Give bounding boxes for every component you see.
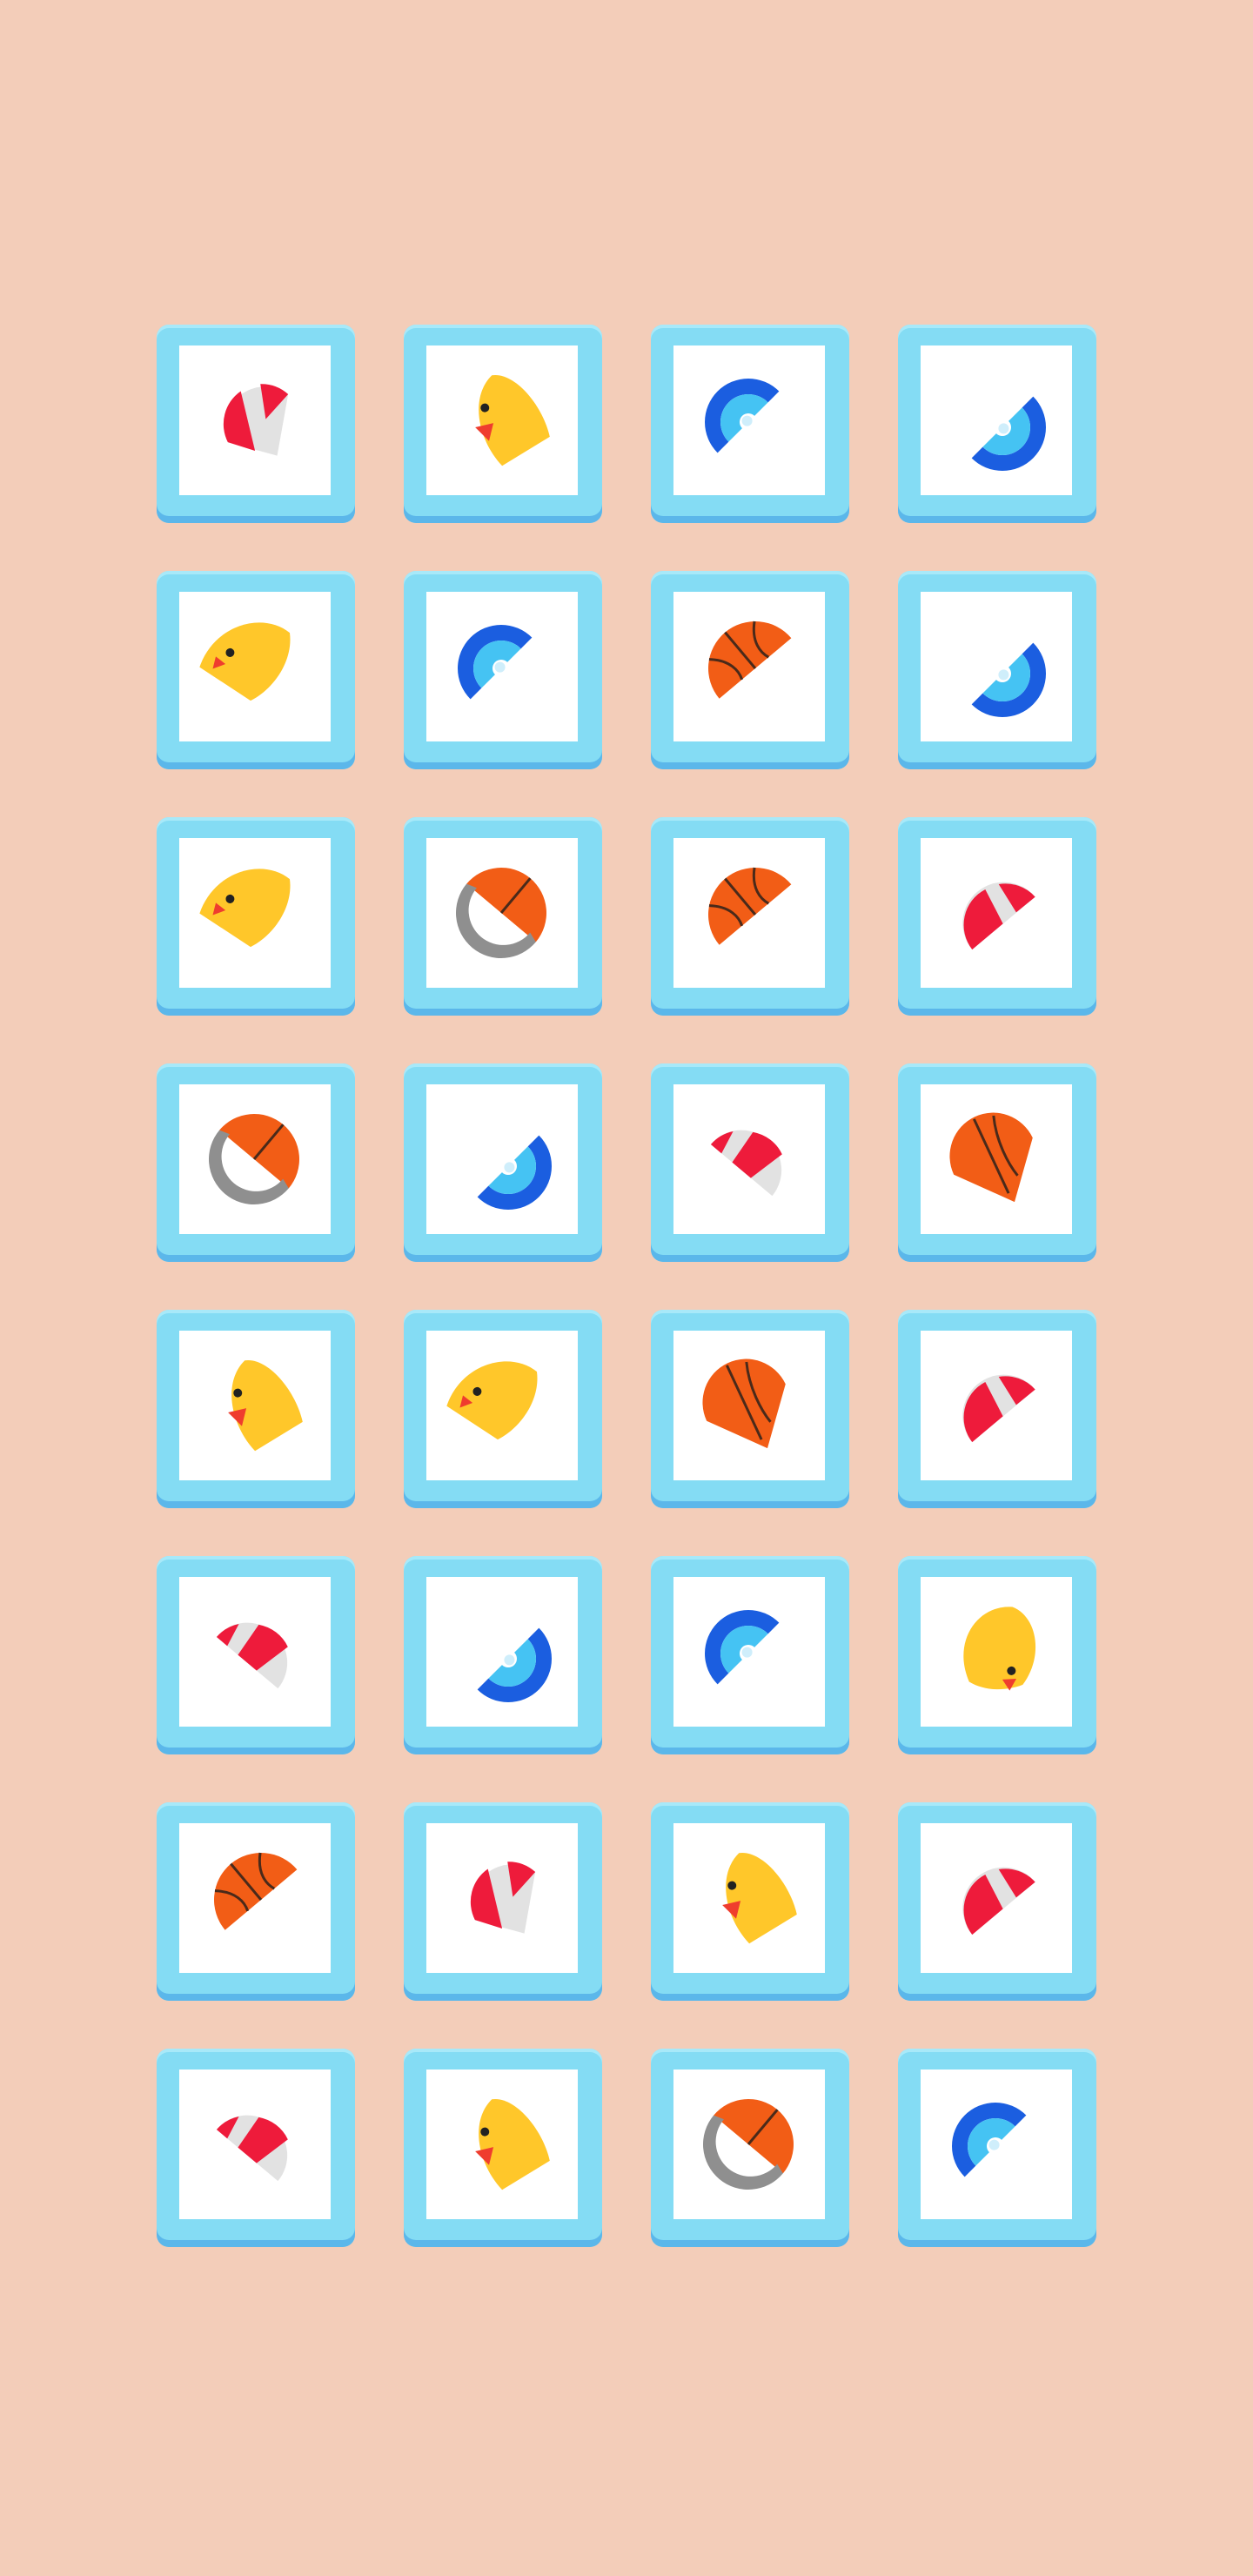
tile[interactable] xyxy=(157,1802,355,2001)
rubber-duck-half-icon xyxy=(446,1361,538,1440)
rubber-duck-half-icon xyxy=(475,2099,550,2190)
match-board xyxy=(157,325,1096,2251)
tile[interactable] xyxy=(651,571,849,769)
tile[interactable] xyxy=(651,325,849,523)
tile[interactable] xyxy=(157,1556,355,1754)
tile[interactable] xyxy=(651,2049,849,2247)
basketball-half-icon xyxy=(949,1112,1033,1203)
tile[interactable] xyxy=(157,571,355,769)
tile[interactable] xyxy=(651,1802,849,2001)
rubber-duck-half-icon xyxy=(199,869,291,948)
tile[interactable] xyxy=(404,817,602,1016)
tile[interactable] xyxy=(898,1310,1096,1508)
rubber-duck-half-icon xyxy=(475,375,550,466)
tile[interactable] xyxy=(651,1310,849,1508)
frisbee-half-icon xyxy=(705,379,780,453)
basketball-half-icon xyxy=(703,2099,794,2190)
beach-ball-half-icon xyxy=(962,1867,1035,1935)
tile[interactable] xyxy=(157,2049,355,2247)
basketball-half-icon xyxy=(708,621,792,699)
rubber-duck-half-icon xyxy=(228,1360,303,1452)
tile[interactable] xyxy=(404,1063,602,1262)
tile[interactable] xyxy=(898,2049,1096,2247)
tile[interactable] xyxy=(651,1556,849,1754)
frisbee-half-icon xyxy=(952,2103,1027,2177)
basketball-half-icon xyxy=(702,1358,786,1449)
frisbee-half-icon xyxy=(971,396,1046,471)
beach-ball-half-icon xyxy=(962,882,1035,950)
tile[interactable] xyxy=(404,1556,602,1754)
tile[interactable] xyxy=(404,325,602,523)
game-screen: { "game": { "board": { "rows": 8, "colum… xyxy=(0,0,1253,2576)
tile[interactable] xyxy=(157,1310,355,1508)
rubber-duck-half-icon xyxy=(199,622,291,701)
tile[interactable] xyxy=(651,1063,849,1262)
tile[interactable] xyxy=(898,1802,1096,2001)
tile[interactable] xyxy=(651,817,849,1016)
frisbee-half-icon xyxy=(477,1627,552,1702)
beach-ball-half-icon xyxy=(710,1130,782,1197)
rubber-duck-half-icon xyxy=(963,1607,1035,1691)
tile[interactable] xyxy=(898,1556,1096,1754)
tile[interactable] xyxy=(898,1063,1096,1262)
beach-ball-half-icon xyxy=(216,2115,288,2182)
frisbee-half-icon xyxy=(705,1610,780,1685)
tile[interactable] xyxy=(157,817,355,1016)
frisbee-half-icon xyxy=(477,1135,552,1210)
tile[interactable] xyxy=(898,817,1096,1016)
beach-ball-half-icon xyxy=(962,1374,1035,1443)
beach-ball-half-icon xyxy=(223,384,289,456)
basketball-half-icon xyxy=(209,1114,299,1204)
rubber-duck-half-icon xyxy=(722,1853,797,1944)
tile[interactable] xyxy=(898,325,1096,523)
basketball-half-icon xyxy=(708,867,792,945)
tile[interactable] xyxy=(404,1802,602,2001)
tile[interactable] xyxy=(404,571,602,769)
tile[interactable] xyxy=(404,1310,602,1508)
beach-ball-half-icon xyxy=(470,1862,536,1934)
basketball-half-icon xyxy=(456,868,546,958)
tile[interactable] xyxy=(157,325,355,523)
beach-ball-half-icon xyxy=(216,1622,288,1689)
tile[interactable] xyxy=(898,571,1096,769)
frisbee-half-icon xyxy=(971,642,1046,717)
tile[interactable] xyxy=(157,1063,355,1262)
frisbee-half-icon xyxy=(458,625,533,700)
tile[interactable] xyxy=(404,2049,602,2247)
basketball-half-icon xyxy=(214,1852,298,1930)
